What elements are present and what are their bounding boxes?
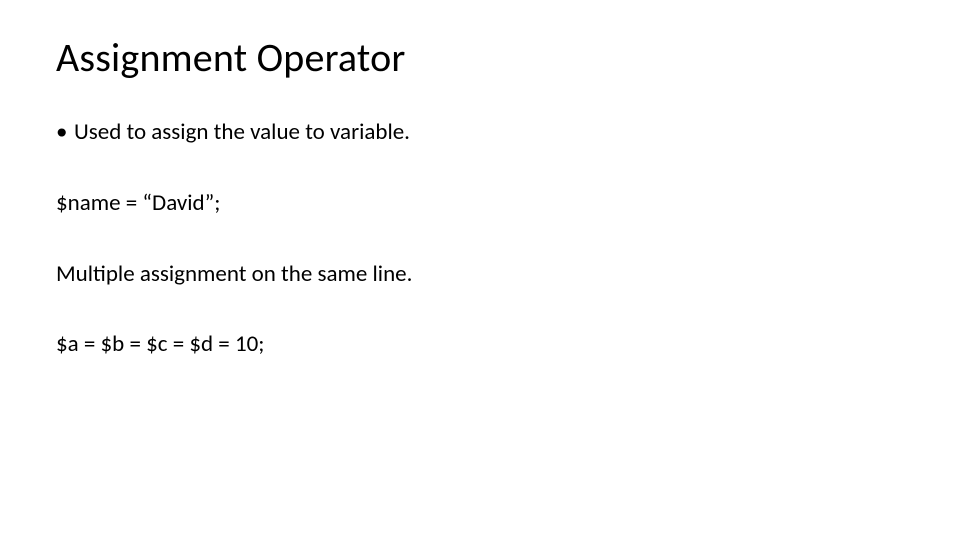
bullet-text-1: Used to assign the value to variable.	[74, 118, 410, 147]
slide-title: Assignment Operator	[56, 36, 904, 80]
bullet-line-1: • Used to assign the value to variable.	[56, 118, 904, 147]
code-line-1: $name = “David”;	[56, 189, 904, 218]
text-line-2: Multiple assignment on the same line.	[56, 260, 904, 289]
slide: Assignment Operator • Used to assign the…	[0, 0, 960, 540]
bullet-icon: •	[56, 118, 74, 147]
code-line-2: $a = $b = $c = $d = 10;	[56, 330, 904, 359]
